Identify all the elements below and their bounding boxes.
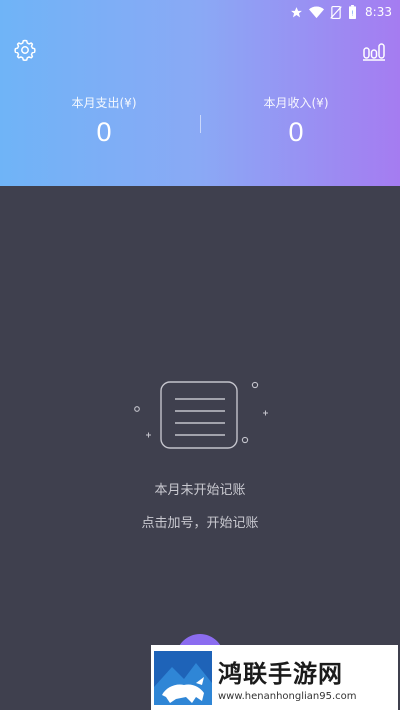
empty-state-illustration bbox=[128, 372, 278, 462]
summary-divider bbox=[200, 115, 201, 133]
star-icon bbox=[290, 6, 303, 19]
income-value: 0 bbox=[288, 117, 304, 147]
gear-icon bbox=[14, 39, 36, 62]
empty-state-hint: 点击加号，开始记账 bbox=[141, 516, 259, 531]
expense-summary[interactable]: 本月支出(¥) 0 bbox=[4, 94, 204, 148]
bar-chart-icon bbox=[363, 43, 385, 61]
header: ! 8:33 本月支出(¥) 0 本月收入(¥) 0 bbox=[0, 0, 400, 186]
svg-text:!: ! bbox=[351, 10, 354, 18]
notebook-icon bbox=[134, 381, 268, 449]
status-time: 8:33 bbox=[365, 5, 392, 19]
watermark: 鸿联手游网 www.henanhonglian95.com bbox=[151, 645, 398, 710]
expense-value: 0 bbox=[96, 117, 112, 147]
settings-button[interactable] bbox=[13, 38, 37, 62]
battery-icon: ! bbox=[348, 5, 357, 20]
status-bar: ! 8:33 bbox=[0, 0, 400, 24]
wifi-icon bbox=[309, 6, 325, 19]
income-label: 本月收入(¥) bbox=[263, 96, 329, 110]
watermark-url: www.henanhonglian95.com bbox=[218, 690, 357, 702]
expense-label: 本月支出(¥) bbox=[71, 96, 137, 110]
income-summary[interactable]: 本月收入(¥) 0 bbox=[196, 94, 396, 148]
empty-state-title: 本月未开始记账 bbox=[154, 483, 246, 498]
watermark-logo bbox=[152, 647, 214, 709]
stats-button[interactable] bbox=[362, 38, 386, 62]
watermark-title: 鸿联手游网 bbox=[218, 659, 343, 688]
no-sim-icon bbox=[330, 5, 342, 19]
